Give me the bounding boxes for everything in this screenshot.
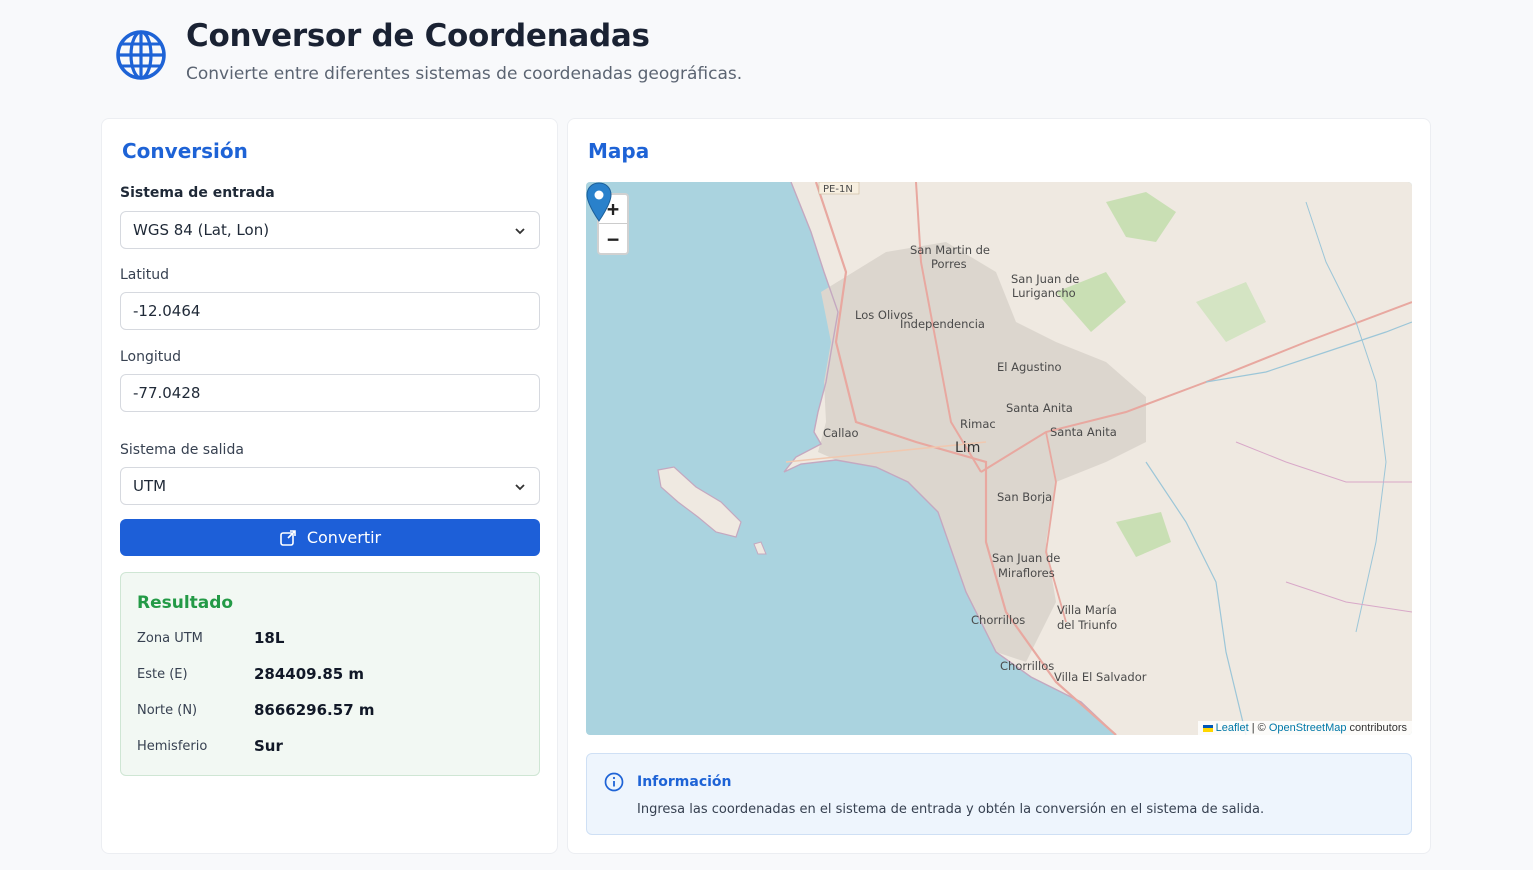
result-key: Zona UTM bbox=[137, 630, 203, 646]
map-tiles[interactable]: PE-1N San Martin de Porres San Juan de L… bbox=[586, 182, 1412, 735]
result-key: Hemisferio bbox=[137, 738, 208, 754]
result-value: 284409.85 m bbox=[254, 665, 365, 683]
latitude-input[interactable]: -12.0464 bbox=[120, 292, 540, 330]
result-value: Sur bbox=[254, 737, 283, 755]
map-label: Miraflores bbox=[998, 566, 1055, 580]
convert-button[interactable]: Convertir bbox=[120, 519, 540, 556]
result-key: Norte (N) bbox=[137, 702, 198, 718]
result-title: Resultado bbox=[137, 593, 234, 613]
output-system-select[interactable]: UTM bbox=[120, 467, 540, 505]
map-label: San Borja bbox=[997, 490, 1052, 504]
map-label: Santa Anita bbox=[1006, 401, 1073, 415]
conversion-panel: Conversión Sistema de entrada WGS 84 (La… bbox=[101, 118, 558, 854]
latitude-value: -12.0464 bbox=[133, 302, 201, 320]
globe-icon bbox=[116, 30, 166, 80]
info-panel: Información Ingresa las coordenadas en e… bbox=[586, 753, 1412, 835]
output-system-value: UTM bbox=[133, 477, 167, 495]
info-icon bbox=[604, 772, 624, 792]
leaflet-link[interactable]: Leaflet bbox=[1216, 722, 1249, 734]
page-header: Conversor de Coordenadas Convierte entre… bbox=[114, 14, 742, 94]
map-view[interactable]: PE-1N San Martin de Porres San Juan de L… bbox=[586, 182, 1412, 735]
ukraine-flag-icon bbox=[1202, 724, 1213, 732]
map-label: San Juan de bbox=[992, 551, 1060, 565]
output-system-label: Sistema de salida bbox=[120, 442, 244, 458]
map-label: San Martin de bbox=[910, 243, 990, 257]
chevron-down-icon bbox=[515, 484, 525, 491]
info-text: Ingresa las coordenadas en el sistema de… bbox=[637, 802, 1265, 817]
osm-link[interactable]: OpenStreetMap bbox=[1269, 722, 1347, 734]
map-label: Villa María bbox=[1057, 603, 1117, 617]
result-key: Este (E) bbox=[137, 666, 188, 682]
convert-button-label: Convertir bbox=[306, 528, 382, 547]
result-row-north: Norte (N) 8666296.57 m bbox=[137, 701, 374, 719]
map-label: del Triunfo bbox=[1057, 618, 1117, 632]
page-subtitle: Convierte entre diferentes sistemas de c… bbox=[186, 64, 743, 84]
map-label: Lim bbox=[955, 440, 980, 456]
map-marker-icon[interactable] bbox=[586, 182, 612, 222]
longitude-value: -77.0428 bbox=[133, 384, 201, 402]
map-label: Callao bbox=[823, 426, 859, 440]
latitude-label: Latitud bbox=[120, 267, 170, 283]
map-label: Santa Anita bbox=[1050, 425, 1117, 439]
info-title: Información bbox=[637, 774, 732, 790]
map-label: Chorrillos bbox=[1000, 659, 1054, 673]
map-panel: Mapa PE-1N San Martin de Porres San Juan… bbox=[567, 118, 1431, 854]
external-link-icon bbox=[280, 529, 296, 546]
map-label: Independencia bbox=[900, 317, 985, 331]
attribution-separator: | © bbox=[1248, 722, 1269, 734]
map-label: San Juan de bbox=[1011, 272, 1079, 286]
page-title: Conversor de Coordenadas bbox=[186, 18, 650, 54]
input-system-value: WGS 84 (Lat, Lon) bbox=[133, 221, 270, 239]
zoom-out-button[interactable]: − bbox=[599, 224, 627, 253]
longitude-input[interactable]: -77.0428 bbox=[120, 374, 540, 412]
map-label: El Agustino bbox=[997, 360, 1062, 374]
map-label: PE-1N bbox=[823, 184, 853, 195]
result-row-zone: Zona UTM 18L bbox=[137, 629, 284, 647]
conversion-title: Conversión bbox=[122, 139, 248, 163]
chevron-down-icon bbox=[515, 228, 525, 235]
result-row-hemisphere: Hemisferio Sur bbox=[137, 737, 283, 755]
map-label: Lurigancho bbox=[1012, 286, 1076, 300]
result-value: 8666296.57 m bbox=[254, 701, 375, 719]
result-panel: Resultado Zona UTM 18L Este (E) 284409.8… bbox=[120, 572, 540, 776]
map-label: Rimac bbox=[960, 417, 996, 431]
attribution-tail: contributors bbox=[1346, 722, 1407, 734]
map-title: Mapa bbox=[588, 139, 650, 163]
input-system-select[interactable]: WGS 84 (Lat, Lon) bbox=[120, 211, 540, 249]
map-label: Chorrillos bbox=[971, 613, 1025, 627]
map-label: Porres bbox=[931, 257, 967, 271]
result-row-east: Este (E) 284409.85 m bbox=[137, 665, 364, 683]
result-value: 18L bbox=[254, 629, 285, 647]
input-system-label: Sistema de entrada bbox=[120, 185, 275, 201]
map-attribution: Leaflet | © OpenStreetMap contributors bbox=[1197, 721, 1412, 735]
map-label: Villa El Salvador bbox=[1054, 670, 1147, 684]
longitude-label: Longitud bbox=[120, 349, 182, 365]
